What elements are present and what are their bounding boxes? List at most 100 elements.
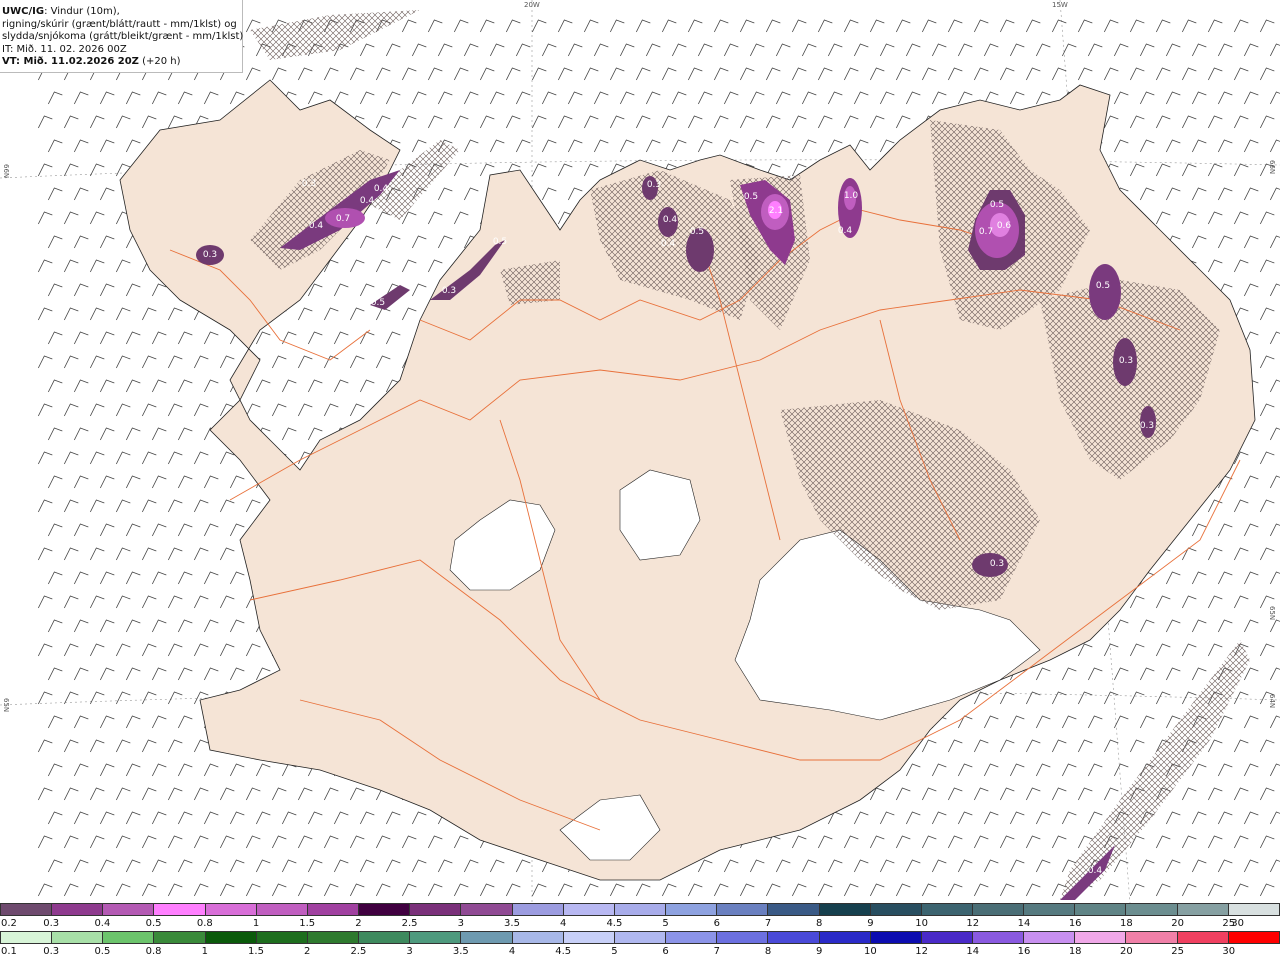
- rain-colorbar-tick: 2.5: [350, 946, 367, 957]
- info-initial-time: IT: Mið. 11. 02. 2026 00Z: [2, 43, 127, 55]
- snow-colorbar-swatch: [358, 903, 410, 916]
- snow-colorbar-swatch: [1227, 903, 1280, 916]
- lon-label-20w: 20W: [524, 1, 540, 9]
- rain-colorbar-swatch: [562, 931, 614, 944]
- rain-colorbar-tick: 14: [966, 946, 980, 957]
- snow-colorbar-tick: 2: [355, 918, 362, 929]
- snow-colorbar-tick: 30: [1231, 918, 1244, 929]
- precip-value-label: 0.4: [1088, 866, 1103, 876]
- snow-colorbar-tick: 0.3: [43, 918, 60, 929]
- precip-value-label: 0.5: [493, 237, 507, 247]
- rain-colorbar: [0, 931, 1280, 945]
- snow-colorbar-tick: 0.8: [196, 918, 213, 929]
- rain-colorbar-tick: 2: [304, 946, 311, 957]
- rain-colorbar-tick: 1.5: [248, 946, 264, 957]
- snow-colorbar-tick: 3.5: [504, 918, 520, 929]
- precip-value-label: 0.5: [1096, 281, 1110, 291]
- snow-colorbar-tick: 5: [662, 918, 669, 929]
- snow-colorbar-swatch: [869, 903, 921, 916]
- rain-colorbar-swatch: [0, 931, 52, 944]
- precip-value-label: 0.5: [371, 298, 385, 308]
- snow-colorbar-ticks: 0.2 0.3 0.4 0.5 0.8 1 1.5 2 2.5 3 3.5 4 4.5 5 6 7 8 9 10 12…: [0, 918, 1280, 930]
- rain-colorbar-tick: 1: [201, 946, 208, 957]
- rain-colorbar-swatch: [255, 931, 307, 944]
- snow-colorbar-swatch: [1074, 903, 1126, 916]
- rain-colorbar-swatch: [920, 931, 972, 944]
- snow-colorbar-swatch: [409, 903, 461, 916]
- snow-colorbar-tick: 8: [816, 918, 823, 929]
- precip-value-label: 0.2: [418, 211, 432, 221]
- rain-colorbar-swatch: [204, 931, 256, 944]
- snow-colorbar-tick: 6: [713, 918, 720, 929]
- rain-colorbar-tick: 3.5: [452, 946, 469, 957]
- rain-colorbar-swatch: [409, 931, 461, 944]
- rain-colorbar-ticks: 0.1 0.3 0.5 0.8 1 1.5 2 2.5 3 3.5 4 4.5 5 6 7 8 9 10 12 14 1…: [0, 946, 1280, 958]
- precip-value-label: 0.3: [647, 180, 661, 190]
- snow-colorbar-tick: 9: [867, 918, 874, 929]
- snow-colorbar-tick: 10: [915, 918, 928, 929]
- rain-colorbar-swatch: [665, 931, 717, 944]
- snow-colorbar-tick: 0.2: [1, 918, 17, 929]
- snow-colorbar-swatch: [1125, 903, 1177, 916]
- rain-colorbar-swatch: [1074, 931, 1126, 944]
- precip-value-label: 0.3: [442, 286, 456, 296]
- precip-value-label: 0.4: [309, 221, 324, 231]
- snow-colorbar-tick: 4.5: [606, 918, 623, 929]
- rain-colorbar-swatch: [153, 931, 205, 944]
- rain-colorbar-tick: 0.8: [145, 946, 162, 957]
- snow-colorbar-swatch: [0, 903, 52, 916]
- rain-colorbar-tick: 3: [406, 946, 413, 957]
- map-canvas: 0.3 0.3 0.4 0.7 0.4 0.4 0.2 0.5 0.3 0.5 0.3 0.4 0.4 0…: [0, 0, 1280, 903]
- precip-value-label: 0.4: [661, 239, 676, 249]
- lon-label-15w: 15W: [1052, 1, 1068, 9]
- precip-value-label: 0.4: [360, 196, 375, 206]
- snow-colorbar-tick: 0.5: [145, 918, 162, 929]
- snow-colorbar-swatch: [613, 903, 666, 916]
- rain-colorbar-swatch: [1176, 931, 1228, 944]
- map-legend-info: UWC/IG: Vindur (10m), rigning/skúrir (gr…: [0, 0, 243, 73]
- lat-label-left-65n: 65N: [2, 698, 10, 713]
- info-valid-time: VT: Mið. 11.02.2026 20Z (+20 h): [2, 56, 181, 67]
- rain-colorbar-swatch: [767, 931, 819, 944]
- info-title: UWC/IG: Vindur (10m),: [2, 6, 120, 17]
- snow-colorbar-tick: 7: [764, 918, 772, 929]
- lat-label-right-65n: 65N: [1268, 606, 1276, 621]
- precip-value-label: 0.3: [1119, 356, 1133, 366]
- rain-colorbar-tick: 7: [713, 946, 720, 957]
- snow-colorbar-tick: 12: [966, 918, 980, 929]
- snow-colorbar-swatch: [971, 903, 1024, 916]
- rain-colorbar-swatch: [1023, 931, 1075, 944]
- precip-value-label: 0.5: [690, 227, 704, 237]
- snow-colorbar-swatch: [1176, 903, 1228, 916]
- rain-colorbar-swatch: [716, 931, 768, 944]
- rain-colorbar-tick: 6: [662, 946, 669, 957]
- precip-value-label: 0.5: [744, 192, 758, 202]
- rain-colorbar-swatch: [971, 931, 1024, 944]
- snow-colorbar-tick: 16: [1068, 918, 1082, 929]
- snow-colorbar-tick: 3: [457, 918, 464, 929]
- rain-colorbar-tick: 18: [1068, 946, 1082, 957]
- info-snow-description: slydda/snjókoma (grátt/bleikt/grænt - mm…: [2, 31, 244, 42]
- info-rain-description: rigning/skúrir (grænt/blátt/rautt - mm/1…: [2, 18, 237, 30]
- snow-colorbar-swatch: [716, 903, 768, 916]
- snow-colorbar-tick: 1.5: [299, 918, 316, 929]
- precip-value-label: 0.7: [336, 214, 350, 224]
- rain-colorbar-tick: 10: [864, 946, 877, 957]
- rain-colorbar-swatch: [613, 931, 666, 944]
- precip-value-label: 0.4: [663, 215, 678, 225]
- precip-value-label: 1.0: [844, 191, 859, 201]
- snow-colorbar-swatch: [51, 903, 103, 916]
- precip-value-label: 0.3: [990, 559, 1004, 569]
- snow-colorbar-tick: 20: [1171, 918, 1184, 929]
- snow-colorbar-tick: 1: [252, 918, 260, 929]
- precip-value-label: 0.3: [203, 250, 217, 260]
- rain-colorbar-swatch: [1125, 931, 1177, 944]
- snow-colorbar-swatch: [255, 903, 307, 916]
- rain-colorbar-tick: 5: [611, 946, 618, 957]
- rain-colorbar-swatch: [1227, 931, 1280, 944]
- rain-colorbar-swatch: [102, 931, 154, 944]
- precip-value-label: 0.7: [979, 227, 993, 237]
- rain-colorbar-tick: 25: [1171, 946, 1184, 957]
- precip-value-label: 0.6: [997, 221, 1012, 231]
- lat-label-right-66n: 66N: [1268, 160, 1276, 175]
